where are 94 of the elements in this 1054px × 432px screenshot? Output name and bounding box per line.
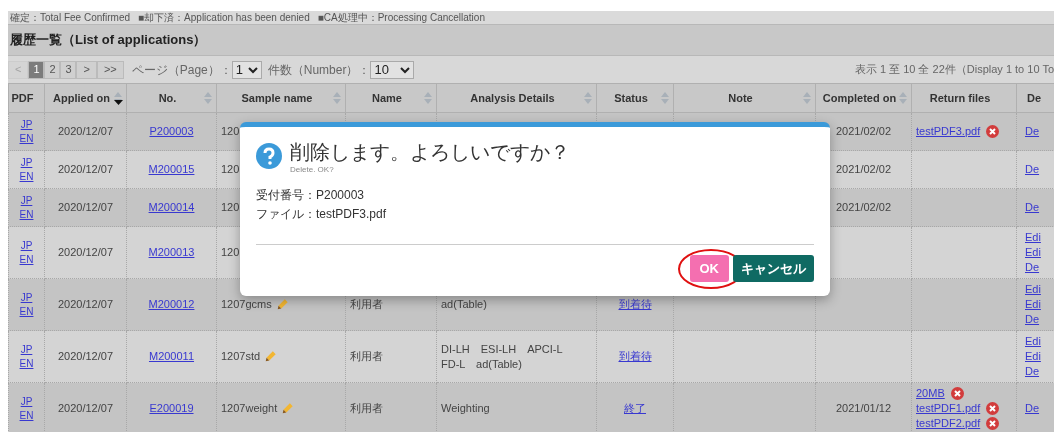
language-link[interactable]: JP xyxy=(20,394,33,409)
table-cell: 2020/12/07 xyxy=(57,163,114,176)
table-cell: 2020/12/07 xyxy=(57,298,114,311)
column-header[interactable]: Name xyxy=(372,89,402,107)
language-link[interactable]: EN xyxy=(19,131,34,146)
status-link[interactable]: 到着待 xyxy=(618,298,652,311)
language-link[interactable]: EN xyxy=(19,304,34,319)
language-link[interactable]: JP xyxy=(20,193,33,208)
question-icon xyxy=(256,143,282,169)
pager-nav-button[interactable]: >> xyxy=(96,60,124,79)
dialog-subtitle: Delete. OK? xyxy=(290,165,335,174)
action-link[interactable]: Edi xyxy=(1025,245,1041,260)
file-link[interactable]: 20MB xyxy=(916,386,945,401)
table-cell: 2021/02/02 xyxy=(835,163,892,176)
action-link[interactable]: De xyxy=(1025,200,1040,215)
language-link[interactable]: JP xyxy=(20,117,33,132)
table-cell-text: 120 xyxy=(221,162,240,178)
table-cell: 利用者 xyxy=(350,402,383,415)
application-link[interactable]: M200015 xyxy=(148,163,195,176)
table-cell: 2020/12/07 xyxy=(57,125,114,138)
language-link[interactable]: EN xyxy=(19,356,34,371)
table-cell-text: 120 xyxy=(221,200,240,216)
section-title: 履歴一覧（List of applications） xyxy=(10,31,207,50)
table-cell-text: 1207gcms xyxy=(221,297,272,313)
dialog-text: ファイル：testPDF3.pdf xyxy=(256,206,388,223)
page-label: ページ（Page）： xyxy=(131,61,232,79)
table-cell: 利用者 xyxy=(350,298,383,311)
table-cell: 2020/12/07 xyxy=(57,350,114,363)
chevron-down-icon xyxy=(247,65,258,74)
delete-icon xyxy=(986,125,1000,138)
legend-text: ■却下済：Application has been denied xyxy=(138,12,310,23)
file-link[interactable]: testPDF2.pdf xyxy=(916,416,981,431)
action-link[interactable]: De xyxy=(1025,260,1040,275)
cancel-button[interactable]: キャンセル xyxy=(733,255,814,282)
table-cell: 利用者 xyxy=(350,350,383,363)
column-header[interactable]: Note xyxy=(728,89,753,107)
status-link[interactable]: 到着待 xyxy=(618,350,652,363)
table-cell-text: 1207std xyxy=(221,349,261,365)
table-cell-text: 120 xyxy=(221,124,240,140)
language-link[interactable]: JP xyxy=(20,290,33,305)
application-link[interactable]: E200019 xyxy=(149,402,194,415)
delete-icon xyxy=(950,387,964,400)
table-cell: 2020/12/07 xyxy=(57,246,114,259)
application-link[interactable]: M200012 xyxy=(148,298,195,311)
action-link[interactable]: De xyxy=(1025,162,1040,177)
table-cell-text: ad(Table) xyxy=(441,297,488,312)
action-link[interactable]: De xyxy=(1025,124,1040,139)
count-select[interactable]: 10 xyxy=(370,60,415,79)
delete-icon xyxy=(986,417,1000,430)
action-link[interactable]: Edi xyxy=(1025,282,1041,297)
legend-text: 確定：Total Fee Confirmed xyxy=(10,12,131,23)
language-link[interactable]: EN xyxy=(19,252,34,267)
table-cell: 2021/01/12 xyxy=(835,402,892,415)
language-link[interactable]: EN xyxy=(19,169,34,184)
table-cell: 2021/02/02 xyxy=(835,125,892,138)
page-select[interactable]: 1 xyxy=(231,60,262,79)
page-button[interactable]: 2 xyxy=(44,60,61,79)
language-link[interactable]: JP xyxy=(20,342,33,357)
table-cell: 2020/12/07 xyxy=(57,201,114,214)
record-summary: 表示 1 至 10 全 22件（Display 1 to 10 To xyxy=(854,62,1054,78)
language-link[interactable]: EN xyxy=(19,207,34,222)
language-link[interactable]: JP xyxy=(20,238,33,253)
language-link[interactable]: EN xyxy=(19,408,34,423)
action-link[interactable]: Edi xyxy=(1025,297,1041,312)
table-cell: 2020/12/07 xyxy=(57,402,114,415)
action-link[interactable]: Edi xyxy=(1025,334,1041,349)
action-link[interactable]: De xyxy=(1025,401,1040,416)
file-link[interactable]: testPDF1.pdf xyxy=(916,401,981,416)
action-link[interactable]: Edi xyxy=(1025,349,1041,364)
delete-icon xyxy=(986,402,1000,415)
column-header[interactable]: No. xyxy=(158,89,177,107)
language-link[interactable]: JP xyxy=(20,155,33,170)
table-cell-text: DI-LH ESI-LH APCI-L xyxy=(441,341,564,357)
application-link[interactable]: P200003 xyxy=(149,125,194,138)
table-cell-text: Weighting xyxy=(441,401,491,416)
application-link[interactable]: M200014 xyxy=(148,201,195,214)
page-button[interactable]: 3 xyxy=(60,60,77,79)
application-link[interactable]: M200013 xyxy=(148,246,195,259)
table-cell-text: 1207weight xyxy=(221,401,278,417)
table-cell: 2021/02/02 xyxy=(835,201,892,214)
legend-text: ■CA処理中：Processing Cancellation xyxy=(317,12,485,23)
chevron-down-icon xyxy=(400,65,411,74)
page-button[interactable]: 1 xyxy=(28,60,45,79)
table-cell-text: FD-L ad(Table) xyxy=(441,356,523,372)
action-link[interactable]: Edi xyxy=(1025,230,1041,245)
table-cell-text: 120 xyxy=(221,245,240,261)
status-link[interactable]: 終了 xyxy=(624,402,646,415)
application-link[interactable]: M200011 xyxy=(148,350,195,363)
count-label: 件数（Number）： xyxy=(267,61,371,79)
action-link[interactable]: De xyxy=(1025,312,1040,327)
dialog-title: 削除します。よろしいですか？ xyxy=(290,140,570,165)
action-link[interactable]: De xyxy=(1025,364,1040,379)
dialog-text: 受付番号：P200003 xyxy=(256,187,366,204)
pager-nav-button[interactable]: > xyxy=(76,60,97,79)
